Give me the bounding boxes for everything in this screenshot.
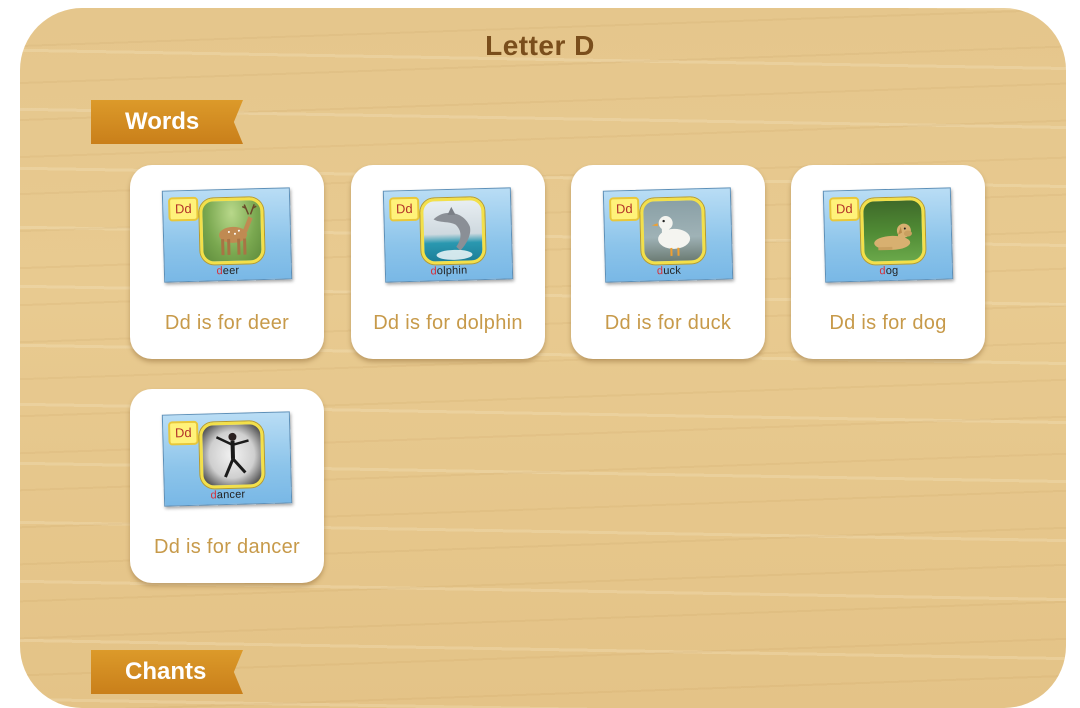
deer-photo [199,197,265,265]
thumb-word: dolphin [430,264,468,278]
dog-photo [860,197,926,265]
dolphin-photo [420,197,486,265]
word-card-image: Dd deer [161,187,293,283]
word-card-image: Dd dolphin [382,187,514,283]
dancer-photo [199,421,265,489]
word-card-deer[interactable]: Dd deer Dd is for deer [130,165,324,359]
section-ribbon-words: Words [91,100,243,144]
word-card-image: Dd duck [602,187,734,283]
word-card-dolphin[interactable]: Dd dolphin Dd is for dolphin [351,165,545,359]
thumb-word: duck [656,264,682,278]
duck-photo [640,197,706,265]
letter-badge: Dd [828,196,860,222]
word-card-caption: Dd is for dog [829,311,947,334]
thumb-word: dog [879,264,899,278]
page-title: Letter D [485,30,595,61]
word-card-dancer[interactable]: Dd dancer Dd is for dancer [130,389,324,583]
letter-badge: Dd [608,196,640,222]
word-card-image: Dd dog [822,187,954,283]
word-card-caption: Dd is for dolphin [373,311,523,334]
word-card-caption: Dd is for dancer [154,535,300,558]
thumb-word: dancer [210,488,246,502]
thumb-word: deer [216,264,240,278]
word-card-caption: Dd is for deer [164,311,290,334]
word-card-duck[interactable]: Dd duck Dd is for duck [571,165,765,359]
word-card-image: Dd dancer [161,411,293,507]
letter-badge: Dd [388,196,420,222]
letter-badge: Dd [167,420,199,446]
letter-badge: Dd [167,196,199,222]
word-card-caption: Dd is for duck [604,311,732,334]
section-ribbon-chants: Chants [91,650,243,694]
word-card-dog[interactable]: Dd dog Dd is for dog [791,165,985,359]
